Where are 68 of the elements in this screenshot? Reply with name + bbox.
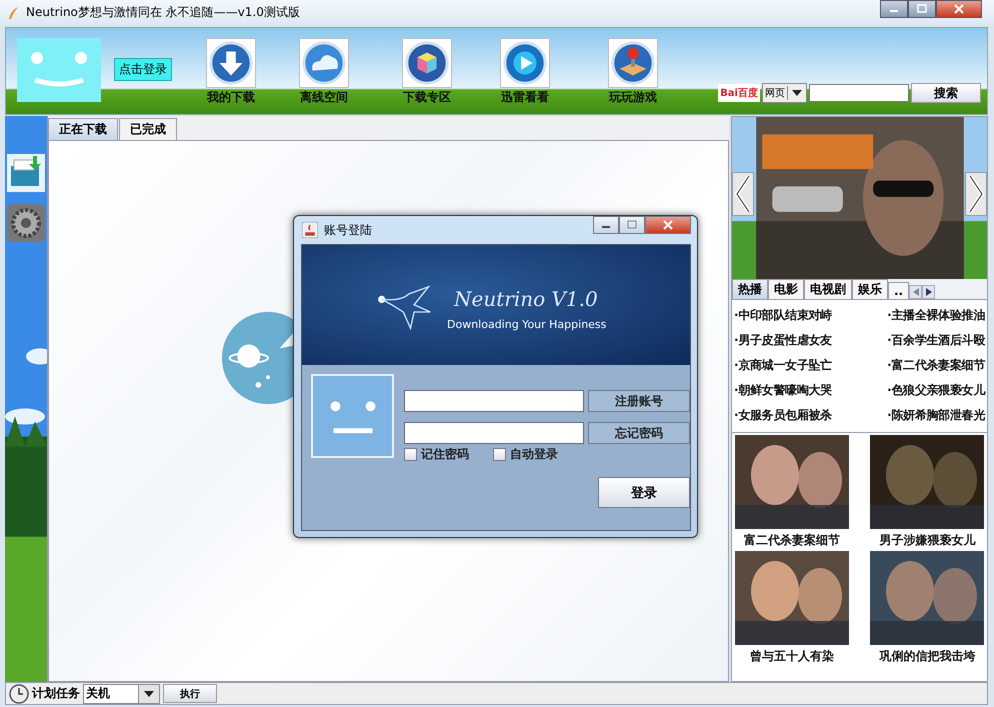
checkbox-label: 记住密码 xyxy=(421,446,469,463)
tab[interactable]: 正在下载 xyxy=(48,118,118,140)
headline-link[interactable]: ·男子皮蛋性虐女友 xyxy=(734,332,832,349)
close-button[interactable] xyxy=(645,216,691,234)
banner-subtitle: Downloading Your Happiness xyxy=(447,318,606,331)
photo-caption-link[interactable]: 富二代杀妻案细节 xyxy=(744,529,840,551)
search-field[interactable] xyxy=(809,84,909,102)
headline-link[interactable]: ·陈妍希胸部泄春光 xyxy=(887,407,985,424)
username-field[interactable] xyxy=(404,390,584,412)
checkbox[interactable] xyxy=(404,448,417,461)
search-engine-logo: Bai百度 xyxy=(718,84,760,102)
minimize-button[interactable] xyxy=(880,0,908,18)
download-manager-icon[interactable] xyxy=(7,154,45,192)
photo-caption-link[interactable]: 曾与五十人有染 xyxy=(750,645,834,667)
banner-title: Neutrino V1.0 xyxy=(454,287,598,311)
download-icon xyxy=(208,40,254,86)
close-icon xyxy=(954,4,964,14)
search-button[interactable]: 搜索 xyxy=(911,83,981,103)
tab[interactable]: .. xyxy=(888,282,910,299)
login-button[interactable]: 登录 xyxy=(598,477,690,508)
headline-link[interactable]: ·色狼父亲猥亵女儿 xyxy=(887,382,985,399)
tab[interactable]: 已完成 xyxy=(119,118,177,140)
left-arrow-icon xyxy=(912,288,919,296)
headline-link[interactable]: ·中印部队结束对峙 xyxy=(734,307,832,324)
headline-link[interactable]: ·主播全裸体验推油 xyxy=(887,307,985,324)
headline-link[interactable]: ·百余学生酒后斗殴 xyxy=(887,332,985,349)
close-icon xyxy=(663,220,673,230)
joystick-icon xyxy=(610,40,656,86)
cloud-icon xyxy=(301,40,347,86)
feather-icon xyxy=(8,6,20,20)
photo-caption-link[interactable]: 男子涉嫌猥亵女儿 xyxy=(879,529,976,551)
forgot-password-button[interactable]: 忘记密码 xyxy=(588,422,690,444)
password-field[interactable] xyxy=(404,422,584,444)
tab[interactable]: 电影 xyxy=(768,279,804,299)
next-button[interactable] xyxy=(965,172,987,216)
cube-icon xyxy=(404,40,450,86)
headline-link[interactable]: ·京商城一女子坠亡 xyxy=(734,357,832,374)
checkbox-label: 自动登录 xyxy=(510,446,558,463)
maximize-button[interactable] xyxy=(908,0,936,18)
headline-link[interactable]: ·富二代杀妻案细节 xyxy=(887,357,985,374)
previous-button[interactable] xyxy=(732,172,754,216)
maximize-icon xyxy=(627,220,637,230)
scroll-right-button[interactable] xyxy=(922,285,936,299)
photo-caption-link[interactable]: 巩俐的信把我击垮 xyxy=(879,645,976,667)
window-title: Neutrino梦想与激情同在 永不追随——v1.0测试版 xyxy=(26,4,300,21)
caret-icon xyxy=(144,690,154,696)
execute-button[interactable]: 执行 xyxy=(163,684,217,703)
play-icon xyxy=(502,40,548,86)
dialog-title: 账号登陆 xyxy=(324,222,372,238)
maximize-icon xyxy=(917,4,927,14)
minimize-button[interactable] xyxy=(593,216,619,234)
scheduled-task-label: 计划任务 xyxy=(32,685,80,702)
tab[interactable]: 娱乐 xyxy=(852,279,888,299)
caret-icon xyxy=(792,90,802,96)
headline-link[interactable]: ·女服务员包厢被杀 xyxy=(734,407,832,424)
checkbox[interactable] xyxy=(493,448,506,461)
tab[interactable]: 热播 xyxy=(732,279,768,299)
java-cup-icon xyxy=(302,222,318,238)
settings-icon[interactable] xyxy=(7,204,45,242)
close-button[interactable] xyxy=(936,0,982,18)
right-arrow-icon xyxy=(926,288,932,296)
headline-link[interactable]: ·朝鲜女警嚎啕大哭 xyxy=(734,382,832,399)
engine-dropdown[interactable]: 网页 xyxy=(762,83,807,103)
maximize-button[interactable] xyxy=(619,216,645,234)
login-link[interactable]: 点击登录 xyxy=(114,58,172,81)
tab[interactable]: 电视剧 xyxy=(804,279,852,299)
action-dropdown[interactable]: 关机 xyxy=(83,684,160,704)
register-button[interactable]: 注册账号 xyxy=(588,390,690,412)
